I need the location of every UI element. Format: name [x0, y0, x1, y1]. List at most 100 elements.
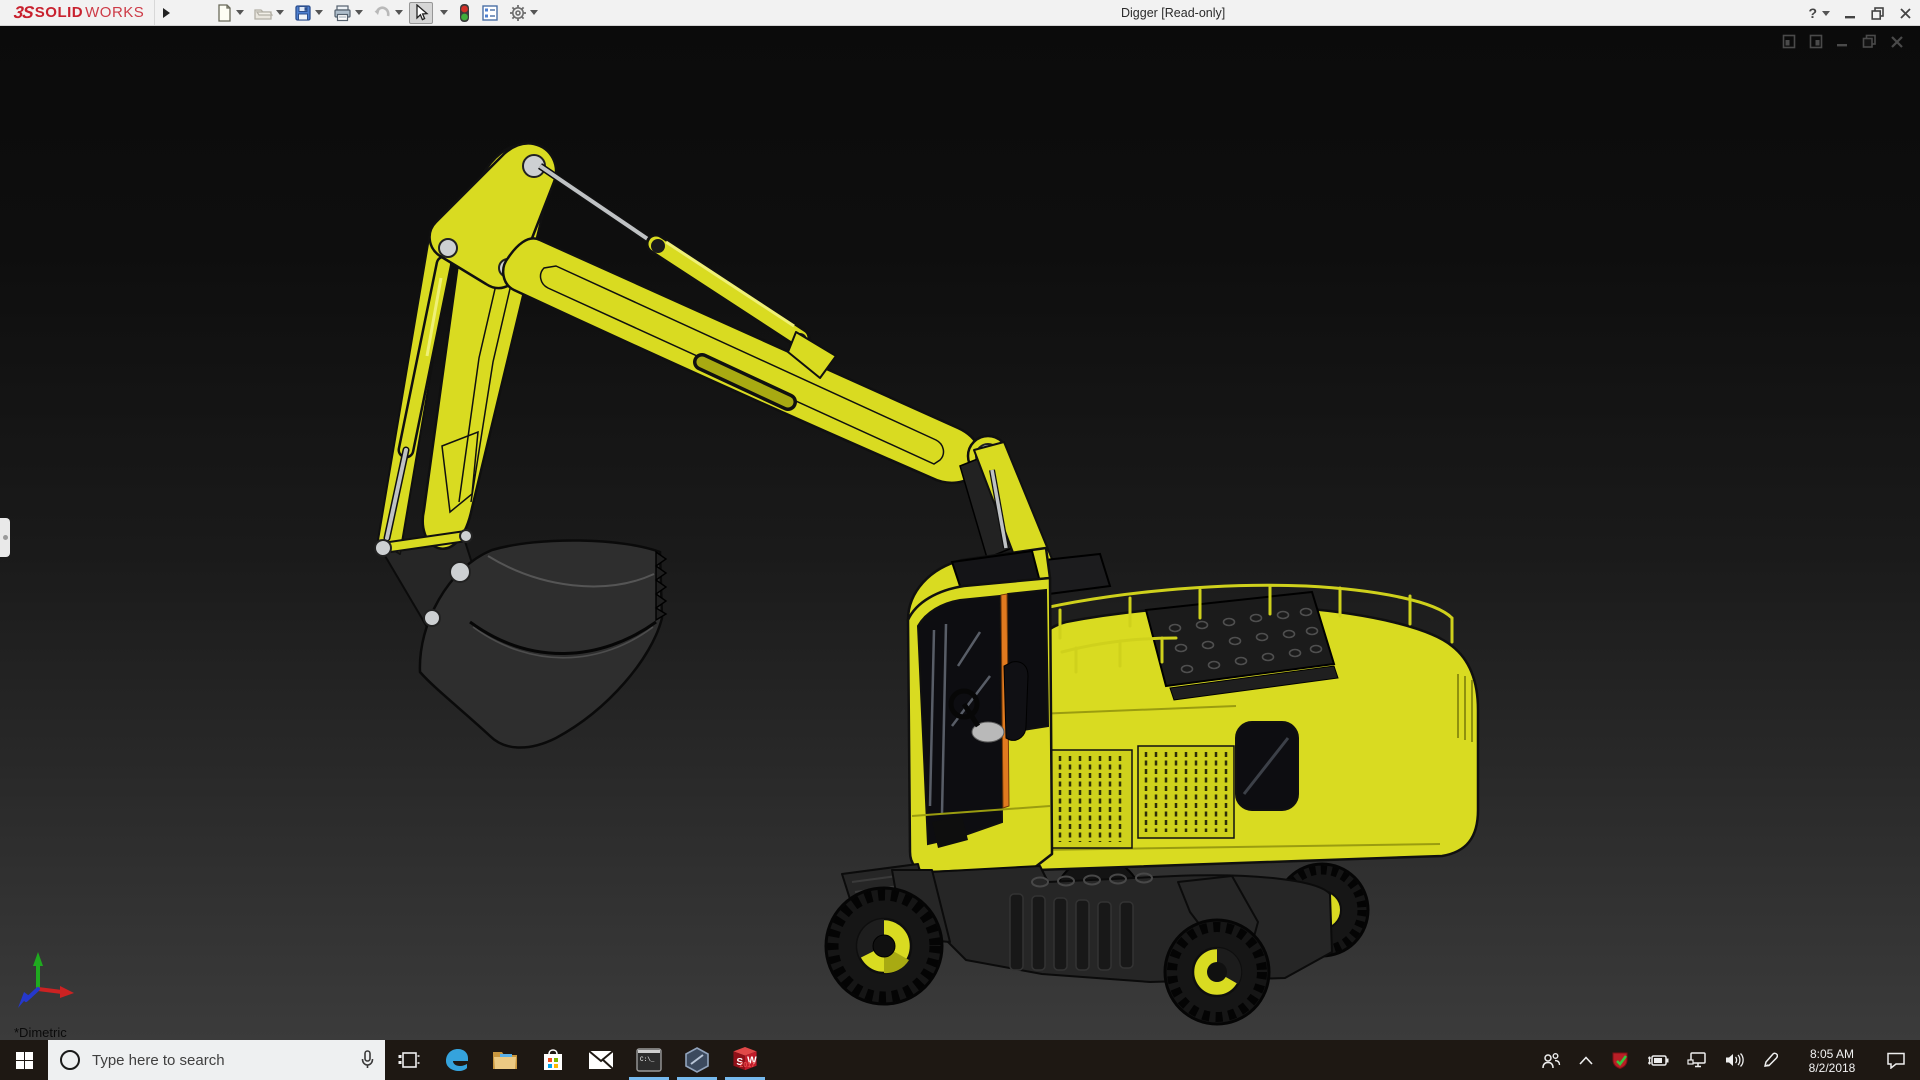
mail-button[interactable]	[577, 1040, 625, 1080]
new-document-button[interactable]	[212, 2, 248, 24]
options-dropdown-icon[interactable]	[530, 10, 539, 15]
battery-icon	[1648, 1054, 1669, 1066]
action-center-button[interactable]	[1877, 1040, 1920, 1080]
edge-button[interactable]	[433, 1040, 481, 1080]
system-tray: 8:05 AM 8/2/2018	[1532, 1040, 1920, 1080]
print-icon	[334, 4, 351, 21]
document-title: Digger [Read-only]	[1121, 6, 1226, 20]
options-button[interactable]	[505, 2, 542, 24]
print-dropdown-icon[interactable]	[355, 10, 364, 15]
task-view-icon	[398, 1052, 420, 1068]
edrawings-hexagon-icon	[685, 1047, 709, 1073]
cmd-prompt-text: C:\_	[640, 1056, 655, 1063]
sw-year-label: 2017	[739, 1062, 755, 1069]
command-prompt-icon: C:\_	[636, 1048, 662, 1072]
select-flyout[interactable]	[435, 2, 452, 24]
front-right-wheel[interactable]	[1163, 918, 1271, 1026]
people-icon	[1542, 1052, 1561, 1068]
network-icon	[1687, 1052, 1706, 1068]
front-left-wheel[interactable]	[824, 886, 944, 1006]
battery-button[interactable]	[1638, 1040, 1678, 1080]
solidworks-2017-button[interactable]: S W 2017	[721, 1040, 769, 1080]
orientation-triad	[18, 952, 74, 1008]
open-dropdown-icon[interactable]	[276, 10, 285, 15]
options-gear-icon	[510, 4, 527, 21]
ds-logo-mark: 3S	[12, 2, 35, 22]
solidworks-logo: 3S SOLID WORKS	[0, 0, 156, 25]
view-orientation-label: *Dimetric	[14, 1025, 67, 1040]
volume-button[interactable]	[1716, 1040, 1753, 1080]
solidworks-monitor-tray-button[interactable]	[1602, 1040, 1638, 1080]
search-input[interactable]	[80, 1051, 360, 1069]
command-prompt-button[interactable]: C:\_	[625, 1040, 673, 1080]
excavator-model[interactable]: .y{fill:#d9db21;stroke:#101010;stroke-wi…	[0, 26, 1920, 1040]
operator-seat	[1003, 661, 1029, 741]
clock[interactable]: 8:05 AM 8/2/2018	[1787, 1040, 1877, 1080]
engine-vent-grille-right	[1137, 745, 1235, 839]
solidworks-cube-icon: S W 2017	[732, 1047, 758, 1073]
help-icon: ?	[1808, 5, 1817, 21]
windows-taskbar: C:\_ S W 2017	[0, 1040, 1920, 1080]
save-button[interactable]	[290, 2, 327, 24]
open-folder-icon	[254, 8, 274, 20]
file-properties-icon	[482, 4, 499, 21]
select-button[interactable]	[409, 1, 434, 24]
volume-icon	[1726, 1053, 1744, 1067]
boom-beam[interactable]	[501, 237, 1010, 485]
taskbar-search[interactable]	[48, 1040, 385, 1080]
mail-icon	[588, 1050, 614, 1070]
close-button[interactable]	[1899, 7, 1912, 20]
rebuild-button[interactable]	[454, 2, 475, 24]
network-button[interactable]	[1678, 1040, 1716, 1080]
rebuild-traffic-light-icon	[460, 3, 470, 22]
tray-overflow-button[interactable]	[1570, 1040, 1602, 1080]
new-document-icon	[218, 3, 231, 22]
window-controls: ?	[1808, 0, 1912, 26]
store-button[interactable]	[529, 1040, 577, 1080]
open-button[interactable]	[250, 2, 288, 24]
undo-dropdown-icon[interactable]	[395, 10, 404, 15]
clock-date: 8/2/2018	[1808, 1060, 1856, 1075]
select-dropdown-icon[interactable]	[440, 10, 449, 15]
graphics-viewport[interactable]: .y{fill:#d9db21;stroke:#101010;stroke-wi…	[0, 26, 1920, 1040]
print-button[interactable]	[329, 2, 367, 24]
help-button[interactable]: ?	[1808, 5, 1830, 21]
save-dropdown-icon[interactable]	[315, 10, 324, 15]
menu-flyout-arrow-icon[interactable]	[163, 7, 171, 18]
help-dropdown-icon[interactable]	[1822, 10, 1830, 16]
bucket[interactable]	[377, 531, 668, 749]
taskbar-spacer	[769, 1040, 1532, 1080]
pen-icon	[1764, 1052, 1778, 1067]
undo-button[interactable]	[369, 2, 407, 24]
minimize-icon	[1845, 15, 1855, 18]
windows-logo-icon	[15, 1051, 33, 1069]
cab-front-glass	[916, 594, 1004, 846]
microphone-icon[interactable]	[360, 1050, 375, 1070]
restore-icon	[1871, 6, 1884, 20]
cortana-icon[interactable]	[60, 1050, 80, 1070]
task-view-button[interactable]	[385, 1040, 433, 1080]
solidworks-window: 3S SOLID WORKS Digger [Read-only] ? *Dim…	[0, 0, 1920, 1080]
file-explorer-button[interactable]	[481, 1040, 529, 1080]
solidworks-shield-icon	[1612, 1052, 1628, 1069]
chevron-up-icon	[1579, 1055, 1593, 1065]
brand-works: WORKS	[85, 4, 145, 21]
clock-time: 8:05 AM	[1809, 1046, 1855, 1061]
operator-cab[interactable]	[906, 546, 1054, 874]
store-icon	[544, 1049, 562, 1070]
edrawings-button[interactable]	[673, 1040, 721, 1080]
start-button[interactable]	[0, 1040, 48, 1080]
edge-icon	[446, 1049, 468, 1071]
new-dropdown-icon[interactable]	[236, 10, 245, 15]
save-icon	[295, 4, 311, 21]
brand-solid: SOLID	[34, 4, 84, 21]
file-properties-button[interactable]	[477, 2, 503, 24]
quick-toolbar	[212, 1, 542, 24]
pen-button[interactable]	[1753, 1040, 1787, 1080]
people-button[interactable]	[1532, 1040, 1570, 1080]
minimize-button[interactable]	[1844, 7, 1857, 20]
titlebar: 3S SOLID WORKS Digger [Read-only] ?	[0, 0, 1920, 26]
file-explorer-icon	[493, 1052, 517, 1069]
action-center-icon	[1887, 1052, 1905, 1069]
restore-button[interactable]	[1871, 6, 1885, 20]
